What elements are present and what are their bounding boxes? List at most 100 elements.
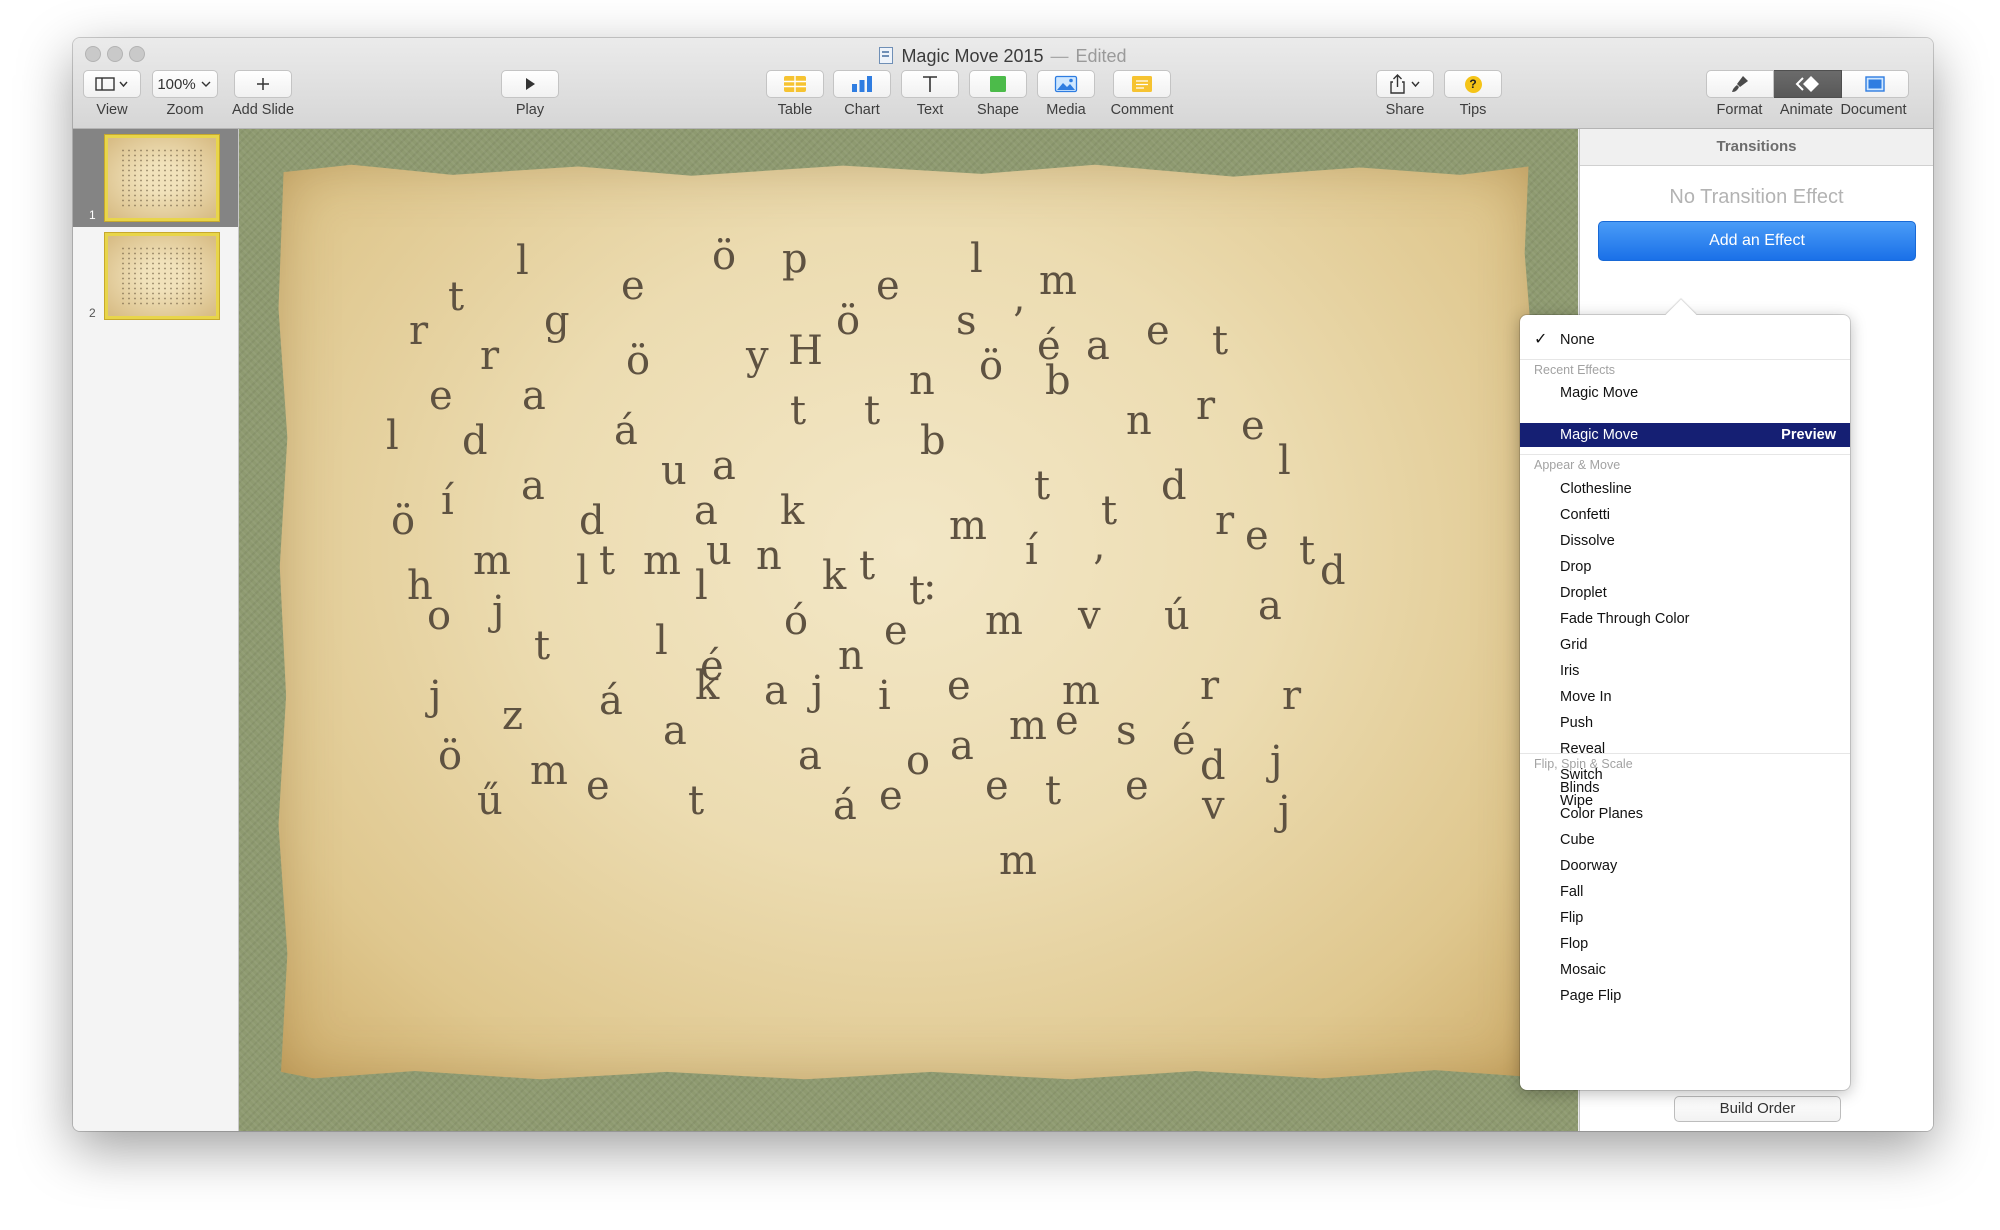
slide-letter[interactable]: e [884, 611, 908, 651]
slide-letter[interactable]: e [876, 266, 900, 306]
slide-letter[interactable]: t [1299, 531, 1315, 571]
slide-letter[interactable]: r [1215, 501, 1234, 541]
effect-blinds[interactable]: Blinds [1520, 776, 1850, 800]
slide-letter[interactable]: á [599, 681, 623, 721]
effect-fade-through-color[interactable]: Fade Through Color [1520, 607, 1850, 631]
slide-letter[interactable]: e [1125, 766, 1149, 806]
play-button[interactable] [501, 70, 559, 98]
slide-letter[interactable]: a [663, 711, 687, 751]
slide-letter[interactable]: r [480, 336, 499, 376]
slide-letter[interactable]: e [1146, 311, 1170, 351]
effect-none[interactable]: ✓ None [1520, 328, 1850, 352]
slide-letter[interactable]: j [429, 676, 441, 716]
slide-letter[interactable]: t [1212, 321, 1228, 361]
slide-letter[interactable]: e [1055, 701, 1079, 741]
table-button[interactable] [766, 70, 824, 98]
insert-media[interactable]: Media [1037, 70, 1095, 118]
text-button[interactable] [901, 70, 959, 98]
insert-chart[interactable]: Chart [833, 70, 891, 118]
slide-letter[interactable]: o [427, 596, 451, 636]
slide-letter[interactable]: d [1161, 466, 1187, 506]
view-button[interactable] [83, 70, 141, 98]
slide-letter[interactable]: l [1278, 441, 1291, 481]
slide-letter[interactable]: a [1086, 326, 1110, 366]
effect-mosaic[interactable]: Mosaic [1520, 958, 1850, 982]
tips-button[interactable]: ? [1444, 70, 1502, 98]
insert-shape[interactable]: Shape [969, 70, 1027, 118]
slide-letter[interactable]: á [614, 411, 638, 451]
slide-letter[interactable]: H [788, 331, 823, 371]
slide-letter[interactable]: e [985, 766, 1009, 806]
slide-letter[interactable]: m [1009, 706, 1047, 746]
effect-page-flip[interactable]: Page Flip [1520, 984, 1850, 1008]
effect-iris[interactable]: Iris [1520, 659, 1850, 683]
slide-letter[interactable]: m [985, 601, 1023, 641]
slide-letter[interactable]: k [780, 491, 804, 531]
slide-letter[interactable]: d [1200, 746, 1226, 786]
slide-letter[interactable]: r [1196, 386, 1215, 426]
slide-letter[interactable]: í [1025, 531, 1038, 571]
slide-letter[interactable]: m [949, 506, 987, 546]
chart-button[interactable] [833, 70, 891, 98]
slide-letter[interactable]: s [956, 301, 977, 341]
slide-letter[interactable]: l [516, 241, 529, 281]
effect-magic-move[interactable]: Magic Move Preview [1520, 423, 1850, 447]
slide-letter[interactable]: s [1116, 711, 1137, 751]
slide-letter[interactable]: l [655, 621, 668, 661]
effect-doorway[interactable]: Doorway [1520, 854, 1850, 878]
slide-letter[interactable]: b [1045, 361, 1071, 401]
slide-letter[interactable]: ö [626, 341, 650, 381]
slide-letter[interactable]: a [712, 446, 736, 486]
slide-letter[interactable]: a [764, 671, 788, 711]
slide-letter[interactable]: ó [784, 601, 808, 641]
slide-letter[interactable]: n [1126, 401, 1152, 441]
insert-comment[interactable]: Comment [1104, 70, 1180, 118]
slide-letter[interactable]: t [790, 391, 806, 431]
slide-letter[interactable]: l [695, 566, 708, 606]
slide-letter[interactable]: l [386, 416, 399, 456]
slide-letter[interactable]: a [521, 466, 545, 506]
slide-letter[interactable]: e [586, 766, 610, 806]
shape-button[interactable] [969, 70, 1027, 98]
slide-letter[interactable]: m [530, 751, 568, 791]
slide-letter[interactable]: ’ [1012, 303, 1025, 343]
document-button[interactable] [1842, 70, 1909, 98]
slide-letter[interactable]: v [1078, 596, 1101, 636]
slide-letter[interactable]: a [522, 376, 546, 416]
slide-thumbnail-1[interactable]: 1 [73, 129, 238, 227]
slide-letter[interactable]: g [544, 301, 570, 341]
slide-letter[interactable]: d [1320, 551, 1346, 591]
zoom-menu[interactable]: 100% Zoom [152, 70, 218, 118]
effect-droplet[interactable]: Droplet [1520, 581, 1850, 605]
slide-letter[interactable]: p [782, 239, 808, 279]
effect-push[interactable]: Push [1520, 711, 1850, 735]
slide-letter[interactable]: ö [712, 236, 736, 276]
slide-letter[interactable]: e [1241, 406, 1265, 446]
slide-letter[interactable]: t [1101, 491, 1117, 531]
slide-letter[interactable]: : [923, 566, 936, 606]
effect-fall[interactable]: Fall [1520, 880, 1850, 904]
slide-letter[interactable]: m [999, 841, 1037, 881]
slide-letter[interactable]: l [576, 551, 589, 591]
slide-letter[interactable]: y [746, 336, 769, 376]
slide-thumbnail-2[interactable]: 2 [73, 227, 238, 325]
slide-letter[interactable]: o [906, 741, 930, 781]
insert-table[interactable]: Table [766, 70, 824, 118]
slide-letter[interactable]: j [1270, 741, 1282, 781]
effect-grid[interactable]: Grid [1520, 633, 1850, 657]
preview-button[interactable]: Preview [1781, 423, 1836, 447]
slide-letter[interactable]: a [1258, 586, 1282, 626]
slide-letter[interactable]: r [1200, 666, 1219, 706]
effect-confetti[interactable]: Confetti [1520, 503, 1850, 527]
slide-letter[interactable]: ú [1164, 596, 1190, 636]
slide-letter[interactable]: u [706, 531, 732, 571]
slide-letter[interactable]: é [1172, 721, 1196, 761]
add-effect-button[interactable]: Add an Effect [1598, 221, 1916, 261]
slide-letter[interactable]: t [1045, 771, 1061, 811]
slide-letter[interactable]: b [920, 421, 946, 461]
slide-letter[interactable]: ű [477, 781, 503, 821]
slide-letter[interactable]: ö [438, 736, 462, 776]
share-button[interactable] [1376, 70, 1434, 98]
effect-flop[interactable]: Flop [1520, 932, 1850, 956]
slide-letter[interactable]: m [643, 541, 681, 581]
